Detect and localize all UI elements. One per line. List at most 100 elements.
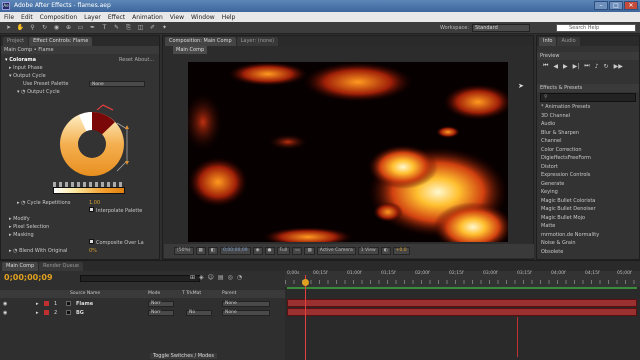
effect-category[interactable]: Generate (537, 180, 639, 189)
frame-blending-icon[interactable]: ▤ (218, 274, 224, 281)
col-parent[interactable]: Parent (222, 290, 236, 298)
tab-layer-none[interactable]: Layer: (none) (236, 37, 279, 46)
effect-category[interactable]: DigieffectsFreeForm (537, 154, 639, 163)
parent-dropdown[interactable]: None (222, 300, 270, 307)
layer-label-color[interactable] (44, 301, 49, 306)
tab-project[interactable]: Project (3, 37, 29, 46)
effect-category[interactable]: Magic Bullet Mojo (537, 214, 639, 223)
playhead-handle-icon[interactable] (302, 279, 309, 286)
menu-effect[interactable]: Effect (108, 14, 125, 21)
col-trkmat[interactable]: T TrkMat (182, 290, 201, 298)
tab-effect-controls[interactable]: Effect Controls: Flame (29, 37, 93, 46)
timeline-tracks[interactable]: 0;00s 00;15f 01;00f 01;15f 02;00f 02;15f… (285, 271, 640, 360)
maximize-button[interactable]: □ (609, 1, 623, 10)
layer-row-bg[interactable]: ◉ ▸ 2 BG Norr No None (0, 308, 285, 317)
prev-frame-icon[interactable]: ◀ (553, 63, 558, 70)
zoom-dropdown[interactable]: (50%) (174, 247, 194, 255)
visibility-eye-icon[interactable]: ◉ (3, 310, 7, 316)
effect-category[interactable]: Keying (537, 188, 639, 197)
timeline-current-time[interactable]: 0;00;00;09 (4, 273, 53, 282)
effect-category[interactable]: Noise & Grain (537, 239, 639, 248)
parent-dropdown[interactable]: None (222, 309, 270, 316)
interpolate-palette-checkbox[interactable] (89, 207, 94, 212)
effect-category[interactable]: Matte (537, 222, 639, 231)
first-frame-icon[interactable]: ⏮ (543, 62, 548, 70)
effect-category[interactable]: Expression Controls (537, 171, 639, 180)
exposure-icon[interactable]: ◐ (380, 247, 391, 255)
composite-checkbox[interactable] (89, 239, 94, 244)
eraser-tool-icon[interactable]: ◫ (136, 23, 145, 32)
output-cycle-group[interactable]: ▾ Output Cycle (1, 72, 159, 80)
effect-category[interactable]: 3D Channel (537, 112, 639, 121)
layer-bar-bg[interactable] (287, 308, 637, 316)
visibility-eye-icon[interactable]: ◉ (3, 301, 7, 307)
rectangle-tool-icon[interactable]: ▭ (76, 23, 85, 32)
input-phase-row[interactable]: ▸ Input Phase (1, 64, 159, 72)
current-time-display[interactable]: 0;00;00;09 (220, 247, 251, 255)
rotate-tool-icon[interactable]: ↻ (40, 23, 49, 32)
cycle-repetitions-row[interactable]: ▸ ◔ Cycle Repetitions 1.00 (1, 199, 159, 207)
graph-editor-icon[interactable]: ◔ (237, 274, 242, 281)
pixel-selection-row[interactable]: ▸ Pixel Selection (1, 223, 159, 231)
layer-name[interactable]: BG (76, 310, 84, 316)
effect-category[interactable]: * Animation Presets (537, 103, 639, 112)
work-area-bar[interactable] (287, 287, 637, 289)
menu-window[interactable]: Window (191, 14, 215, 21)
tab-main-comp-timeline[interactable]: Main Comp (2, 262, 39, 271)
text-tool-icon[interactable]: T (100, 23, 109, 32)
snapshot-icon[interactable]: ◉ (252, 247, 263, 255)
toggle-switches-modes-button[interactable]: Toggle Switches / Modes (150, 353, 217, 359)
current-time-indicator[interactable] (305, 275, 306, 360)
menu-view[interactable]: View (170, 14, 184, 21)
effect-colorama-row[interactable]: ▾ Colorama Reset About... (1, 56, 159, 64)
layer-label-color[interactable] (44, 310, 49, 315)
effect-category[interactable]: Magic Bullet Denoiser (537, 205, 639, 214)
effect-category[interactable]: Distort (537, 163, 639, 172)
shy-layers-icon[interactable]: ☺ (208, 274, 214, 281)
motion-blur-icon[interactable]: ◎ (228, 274, 233, 281)
interpolate-palette-row[interactable]: Interpolate Palette (1, 207, 159, 215)
camera-tool-icon[interactable]: ◉ (52, 23, 61, 32)
workspace-select[interactable]: Standard (472, 24, 531, 32)
minimize-button[interactable]: – (594, 1, 608, 10)
roto-brush-tool-icon[interactable]: ✐ (148, 23, 157, 32)
tab-render-queue[interactable]: Render Queue (39, 262, 83, 271)
comp-mini-flowchart-icon[interactable]: ⊞ (190, 274, 195, 281)
effect-category[interactable]: Magic Bullet Colorista (537, 197, 639, 206)
close-button[interactable]: ✕ (624, 1, 638, 10)
composite-over-layer-row[interactable]: Composite Over La (1, 239, 159, 247)
play-icon[interactable]: ▶ (563, 63, 568, 70)
view-layout-dropdown[interactable]: 1 View (357, 247, 379, 255)
preset-palette-dropdown[interactable]: None (89, 81, 145, 87)
camera-dropdown[interactable]: Active Camera (316, 247, 356, 255)
effects-search-input[interactable]: ⚲ (540, 93, 636, 102)
resolution-dropdown[interactable]: Full (276, 247, 291, 255)
layer-bar-flame[interactable] (287, 299, 637, 307)
composition-viewer[interactable] (188, 62, 508, 242)
search-help-input[interactable]: Search Help (556, 24, 636, 32)
exposure-value[interactable]: +0.0 (392, 247, 410, 255)
masking-row[interactable]: ▸ Masking (1, 231, 159, 239)
tab-info[interactable]: Info (539, 37, 557, 46)
col-mode[interactable]: Mode (148, 290, 160, 298)
layer-row-flame[interactable]: ◉ ▸ 1 Flame Norr None (0, 299, 285, 308)
hand-tool-icon[interactable]: ✋ (16, 23, 25, 32)
mode-dropdown[interactable]: Norr (148, 309, 174, 316)
blend-with-original-row[interactable]: ▸ ◔ Blend With Original 0% (1, 247, 159, 255)
expand-arrow-icon[interactable]: ▸ (36, 301, 39, 307)
effect-category[interactable]: mrmotion.de Normality (537, 231, 639, 240)
zoom-tool-icon[interactable]: ⚲ (28, 23, 37, 32)
menu-animation[interactable]: Animation (132, 14, 163, 21)
region-icon[interactable]: ▭ (292, 247, 303, 255)
effect-category[interactable]: Channel (537, 137, 639, 146)
time-ruler[interactable]: 0;00s 00;15f 01;00f 01;15f 02;00f 02;15f… (285, 271, 640, 287)
layer-name[interactable]: Flame (76, 301, 93, 307)
tab-audio[interactable]: Audio (557, 37, 580, 46)
mask-toggle-icon[interactable]: ◧ (207, 247, 219, 255)
grid-toggle-icon[interactable]: ▦ (195, 247, 206, 255)
mode-dropdown[interactable]: Norr (148, 300, 174, 307)
subtab-main-comp[interactable]: Main Comp (173, 46, 208, 54)
transparency-icon[interactable]: ▩ (304, 247, 315, 255)
menu-edit[interactable]: Edit (21, 14, 33, 21)
draft-3d-icon[interactable]: ◈ (199, 274, 204, 281)
